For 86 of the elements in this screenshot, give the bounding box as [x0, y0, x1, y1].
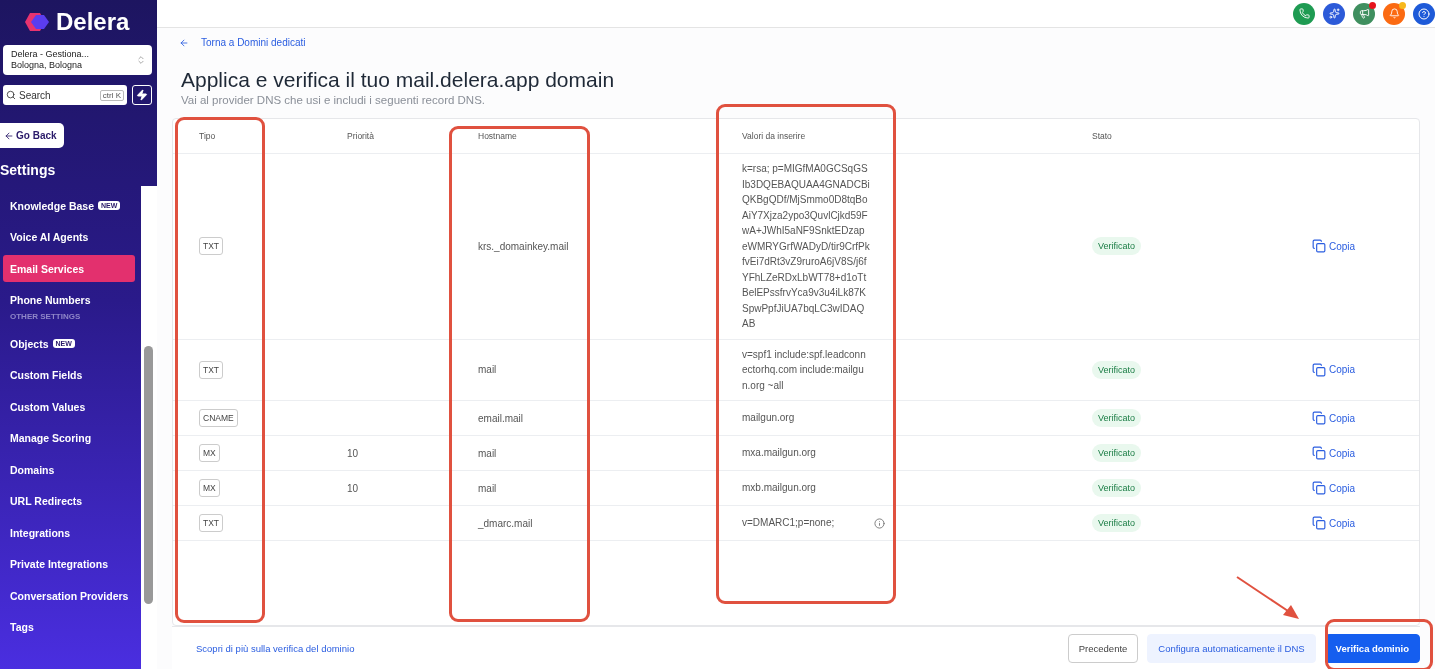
copy-icon — [1312, 516, 1326, 530]
copy-button[interactable]: Copia — [1312, 362, 1356, 377]
nav-item[interactable]: Conversation Providers — [3, 582, 135, 609]
location-name: Delera - Gestiona... — [11, 49, 90, 60]
search-icon — [6, 90, 16, 100]
hostname-cell: mail — [478, 482, 497, 494]
footer-button[interactable]: Configura automaticamente il DNS — [1147, 633, 1316, 663]
search-placeholder: Search — [19, 89, 51, 101]
footer-button[interactable]: Precedente — [1067, 633, 1139, 663]
record-type: CNAME — [199, 409, 238, 427]
search-field[interactable]: Search ctrl K — [3, 85, 127, 105]
column-header: Tipo — [198, 130, 217, 143]
nav-item[interactable]: URL Redirects — [3, 487, 135, 515]
nav-item[interactable]: Email Services — [3, 255, 135, 282]
chevron-icon — [136, 55, 146, 65]
copy-button[interactable]: Copia — [1312, 239, 1356, 254]
annotation-arrow — [1235, 575, 1301, 621]
page-title: Applica e verifica il tuo mail.delera.app domain — [181, 68, 616, 92]
back-link[interactable]: Torna a Domini dedicati — [172, 37, 1420, 48]
copy-button[interactable]: Copia — [1312, 446, 1356, 460]
status-badge: Verificato — [1092, 360, 1142, 379]
location-city: Bologna, Bologna — [11, 60, 84, 71]
record-type: MX — [199, 444, 220, 462]
record-type: TXT — [199, 514, 224, 532]
priority-cell: 10 — [347, 447, 359, 459]
record-type: TXT — [199, 237, 224, 256]
megaphone-icon[interactable] — [1353, 2, 1375, 25]
brand-name: Delera — [56, 8, 130, 36]
column-header: Valori da inserire — [741, 130, 807, 143]
nav-item[interactable]: Private Integrations — [3, 550, 135, 578]
record-type: TXT — [199, 360, 224, 379]
value-cell-text: mailgun.org — [742, 411, 796, 426]
status-badge: Verificato — [1092, 237, 1142, 256]
nav-item[interactable]: Domains — [3, 456, 135, 483]
nav-item[interactable]: Manage Scoring — [3, 424, 135, 452]
copy-button[interactable]: Copia — [1312, 516, 1356, 530]
copy-icon — [1312, 362, 1326, 377]
copy-icon — [1312, 411, 1326, 425]
scrollbar[interactable] — [141, 186, 157, 669]
priority-cell: 10 — [347, 482, 359, 494]
scrollbar-thumb[interactable] — [144, 346, 153, 604]
help-icon[interactable] — [1413, 2, 1435, 25]
nav-item[interactable]: Voice AI Agents — [3, 223, 135, 251]
copy-icon — [1312, 446, 1326, 460]
hostname-cell: mail — [478, 447, 497, 459]
value-cell-text: mxa.mailgun.org — [742, 446, 817, 461]
column-header: Stato — [1091, 130, 1113, 143]
nav-item[interactable]: Integrations — [3, 519, 135, 546]
nav-item[interactable]: Custom Values — [3, 393, 135, 420]
status-badge: Verificato — [1092, 514, 1142, 532]
settings-heading: Settings — [0, 162, 57, 178]
nav-item[interactable]: Tags — [3, 613, 135, 641]
shortcut-key: ctrl K — [99, 89, 124, 101]
arrow-left-icon — [4, 130, 14, 141]
hostname-cell: email.mail — [478, 412, 523, 424]
nav-item[interactable]: Phone Numbers — [3, 286, 135, 314]
status-badge: Verificato — [1092, 479, 1142, 497]
status-badge: Verificato — [1092, 409, 1142, 427]
column-header: Hostname — [477, 130, 518, 143]
status-badge: Verificato — [1092, 444, 1142, 462]
info-icon[interactable] — [874, 517, 885, 529]
go-back-button[interactable]: Go Back — [0, 123, 64, 148]
value-cell-text: v=spf1 include:spf.leadconnectorhq.com include:mailgun.org ~all — [742, 347, 867, 393]
sparkle-icon[interactable] — [1323, 2, 1345, 25]
hostname-cell: _dmarc.mail — [478, 517, 533, 529]
arrow-left-icon — [179, 37, 189, 48]
phone-icon[interactable] — [1293, 2, 1315, 25]
learn-more-link[interactable]: Scopri di più sulla verifica del dominio — [196, 642, 355, 654]
copy-button[interactable]: Copia — [1312, 481, 1356, 495]
column-header: Priorità — [346, 130, 375, 143]
copy-button[interactable]: Copia — [1312, 411, 1356, 425]
value-cell-text: v=DMARC1;p=none; — [742, 516, 836, 531]
lightning-button[interactable] — [132, 85, 152, 105]
nav-item[interactable]: Custom Fields — [3, 361, 135, 389]
location-selector[interactable]: Delera - Gestiona... Bologna, Bologna — [3, 45, 152, 75]
logo-icon — [22, 11, 52, 33]
hostname-cell: krs._domainkey.mail — [478, 240, 569, 252]
bell-icon[interactable] — [1383, 2, 1405, 25]
record-type: MX — [199, 479, 220, 497]
page-subtitle: Vai al provider DNS che usi e includi i seguenti record DNS. — [181, 94, 487, 106]
value-cell-text: mxb.mailgun.org — [742, 481, 817, 496]
copy-icon — [1312, 239, 1326, 254]
value-cell-text: k=rsa; p=MIGfMA0GCSqGSIb3DQEBAQUAA4GNADCBiQKBgQDf/MjSmmo0D8tqBoAiY7Xjza2ypo3QuvlCjkd59FwA+JWhI5aNF9SnktEDzapeWMRYGrfWADyD/tir9CrfPkfvEi7dRt3vZ9ruroA6jV8S/j6fYFhLZeRDxLbWT78+d1oTtBelEPssfrvYca9v3u4iLk87KSpwPpfJiUA7bqLC3wIDAQAB — [742, 162, 870, 331]
copy-icon — [1312, 481, 1326, 495]
hostname-cell: mail — [478, 364, 497, 376]
section-label: OTHER SETTINGS — [10, 312, 82, 323]
